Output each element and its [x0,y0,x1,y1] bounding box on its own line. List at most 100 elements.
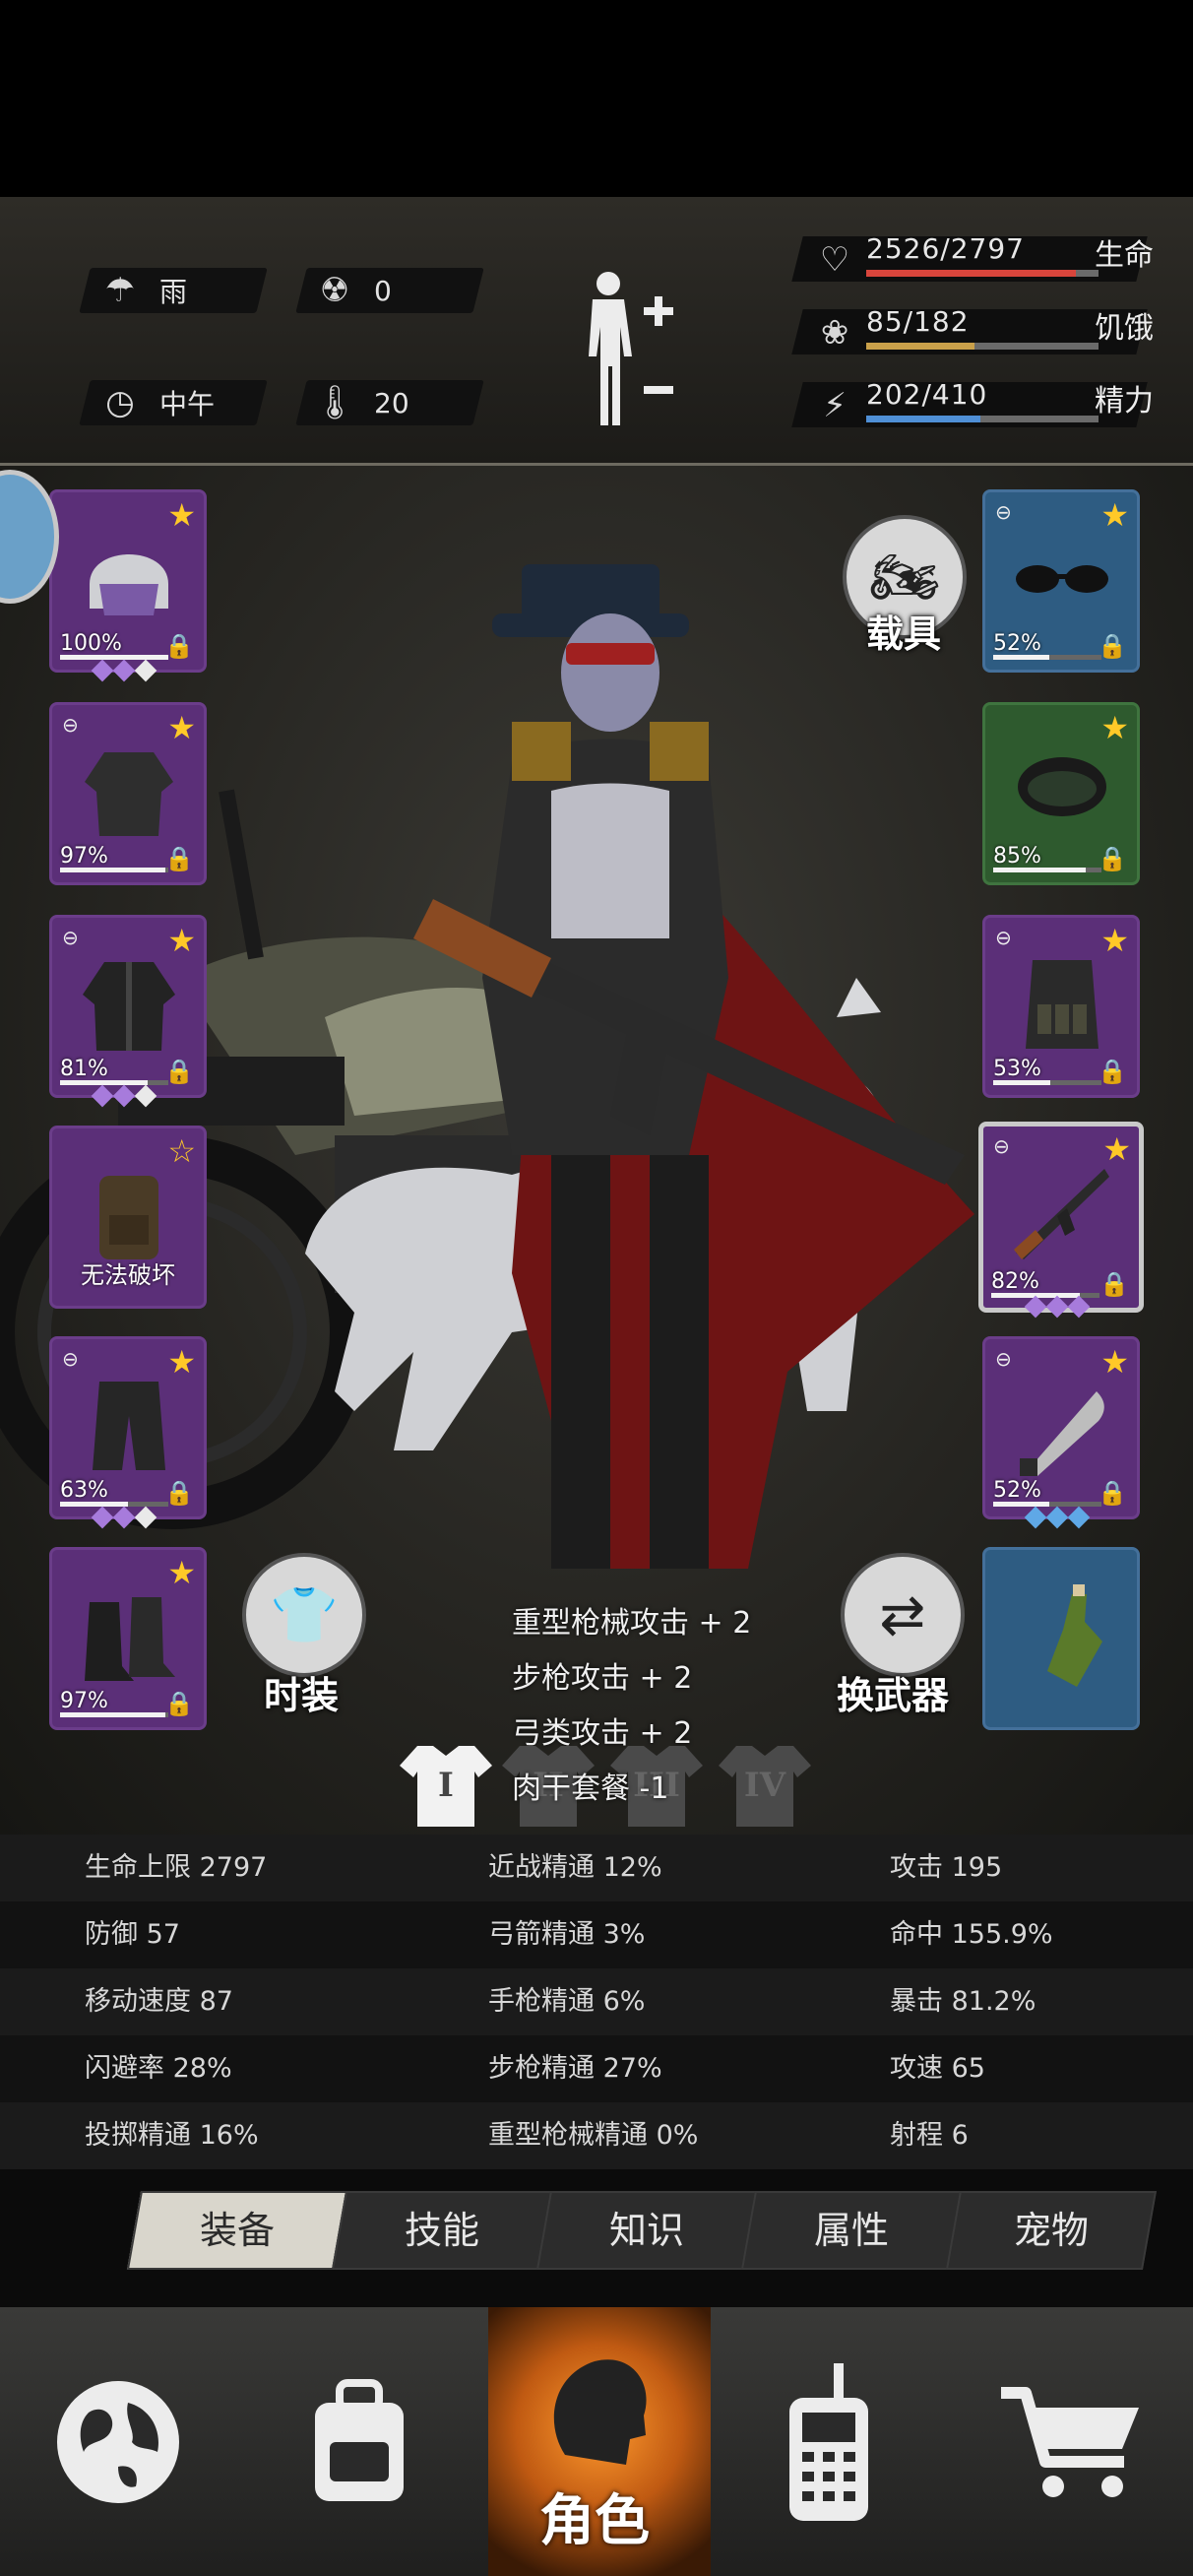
durability-bar [60,1080,168,1085]
molotov-icon [1005,1578,1119,1696]
durability-bar [60,1502,168,1507]
lock-icon: 🔒 [1099,1270,1129,1298]
equip-slot-inner-top[interactable]: ⊖ ★ 97% 🔒 [49,702,207,885]
clock-icon: ◷ [105,383,135,422]
equip-slot-feet[interactable]: ★ 97% 🔒 [49,1547,207,1730]
police-helmet-icon [72,520,186,638]
lock-icon: 🔒 [164,1058,194,1085]
gem-row [91,1506,157,1529]
equip-slot-head[interactable]: ★ 100% 🔒 [49,489,207,673]
backpack-icon [315,2378,404,2501]
rain-cloud-icon: ☂ [104,271,136,310]
equip-slot-eyes[interactable]: ⊖ ★ 52% 🔒 [982,489,1140,673]
set-bonus-text: 肉干套餐 -1 [512,1771,669,1806]
lock-icon: 🔒 [164,845,194,872]
star-icon: ★ [167,496,196,534]
stomach-icon: ❀ [820,313,849,353]
jacket-icon [72,733,186,851]
weather-indicator: ☂ 雨 [98,268,187,313]
globe-icon [57,2380,179,2503]
tab-label: 宠物 [1013,2209,1089,2252]
stat-cell: 重型枪械精通 0% [488,2120,699,2151]
tab-label: 技能 [404,2209,479,2252]
durability-bar-fill [60,655,168,660]
durability-text: 63% [60,1478,108,1503]
hunger-bar [866,343,1099,350]
outfit-preset-label: IV [743,1766,786,1805]
equip-slot-throwable[interactable] [982,1547,1140,1730]
durability-bar-fill [993,1502,1050,1507]
lock-icon: 🔒 [1098,845,1127,872]
body-health-icon [589,272,673,425]
fashion-button[interactable]: 👕 [242,1553,366,1677]
lock-icon: 🔒 [1098,1058,1127,1085]
vehicle-label: 载具 [866,612,942,656]
equip-slot-face[interactable]: ★ 85% 🔒 [982,702,1140,885]
health-bar [866,270,1099,277]
durability-bar [60,868,168,872]
stat-cell: 闪避率 28% [85,2053,232,2084]
equip-slot-back[interactable]: ☆ 无法破坏 [49,1126,207,1309]
lock-icon: 🔒 [164,632,194,660]
durability-bar [993,868,1101,872]
stat-cell: 弓箭精通 3% [488,1919,646,1950]
coat-icon [72,945,186,1063]
durability-text: 53% [993,1057,1041,1081]
equip-slot-melee-weapon[interactable]: ⊖ ★ 52% 🔒 [982,1336,1140,1519]
switch-weapon-button[interactable]: ⇄ [841,1553,965,1677]
hunger-bar-fill [866,343,975,350]
durability-bar [993,1080,1101,1085]
unbreakable-text: 无法破坏 [81,1261,175,1289]
stats-row: 闪避率 28% 步枪精通 27% 攻速 65 [0,2035,1193,2102]
durability-text: 82% [991,1269,1039,1294]
stat-cell: 移动速度 87 [85,1986,233,2017]
durability-text: 52% [993,1478,1041,1503]
star-icon: ★ [1100,709,1129,746]
equip-slot-outer[interactable]: ⊖ ★ 81% 🔒 [49,915,207,1098]
star-icon: ★ [1100,496,1129,534]
energy-bar-fill [866,416,981,422]
pants-icon [72,1367,186,1485]
nav-shop[interactable] [947,2307,1193,2576]
equip-slot-legs[interactable]: ⊖ ★ 63% 🔒 [49,1336,207,1519]
star-icon: ★ [1100,922,1129,959]
shopping-cart-icon [1001,2386,1139,2497]
nav-radio[interactable] [711,2307,947,2576]
durability-bar-fill [60,1502,129,1507]
health-label: 生命 [1095,238,1154,273]
temperature-indicator: 🌡 20 [313,380,408,425]
durability-text: 85% [993,844,1041,869]
gem-row [1024,1506,1091,1529]
radiation-icon: ☢ [319,271,350,310]
nav-world-map[interactable] [0,2307,236,2576]
status-panel: ☂ 雨 ☢ 0 ◷ 中午 🌡 20 ♡ 2526/2797 生命 ❀ 85/18… [0,197,1193,466]
durability-bar-fill [993,1080,1051,1085]
durability-bar [993,655,1101,660]
stat-cell: 命中 155.9% [890,1919,1053,1950]
walkie-talkie-icon [789,2362,868,2521]
bottom-navigation: 角色 [0,2307,1193,2576]
star-icon: ★ [167,1343,196,1381]
outfit-preset-1[interactable]: I [398,1742,494,1829]
set-bonus-text: 重型枪械攻击 + 2 [512,1606,752,1641]
star-icon: ★ [167,1554,196,1591]
nav-character[interactable]: 角色 [488,2307,711,2576]
body-health-button[interactable] [579,266,687,433]
durability-bar-fill [60,1712,165,1717]
machete-icon [1005,1367,1119,1485]
equip-slot-primary-weapon[interactable]: ⊖ ★ 82% 🔒 [978,1122,1144,1313]
outfit-preset-label: I [438,1766,454,1805]
heart-icon: ♡ [819,240,850,280]
outfit-preset-4[interactable]: IV [717,1742,813,1829]
assault-rifle-icon [1003,1154,1117,1272]
durability-bar-fill [993,655,1050,660]
energy-bar [866,416,1099,422]
boots-icon [72,1578,186,1696]
nav-backpack[interactable] [236,2307,482,2576]
durability-bar-fill [60,1080,149,1085]
character-tabs: 装备 技能 知识 属性 宠物 [0,2169,1193,2307]
lightning-icon: ⚡ [823,386,847,425]
health-bar-fill [866,270,1077,277]
equip-slot-vest[interactable]: ⊖ ★ 53% 🔒 [982,915,1140,1098]
stats-table: 生命上限 2797 近战精通 12% 攻击 195 防御 57 弓箭精通 3% … [0,1835,1193,2169]
